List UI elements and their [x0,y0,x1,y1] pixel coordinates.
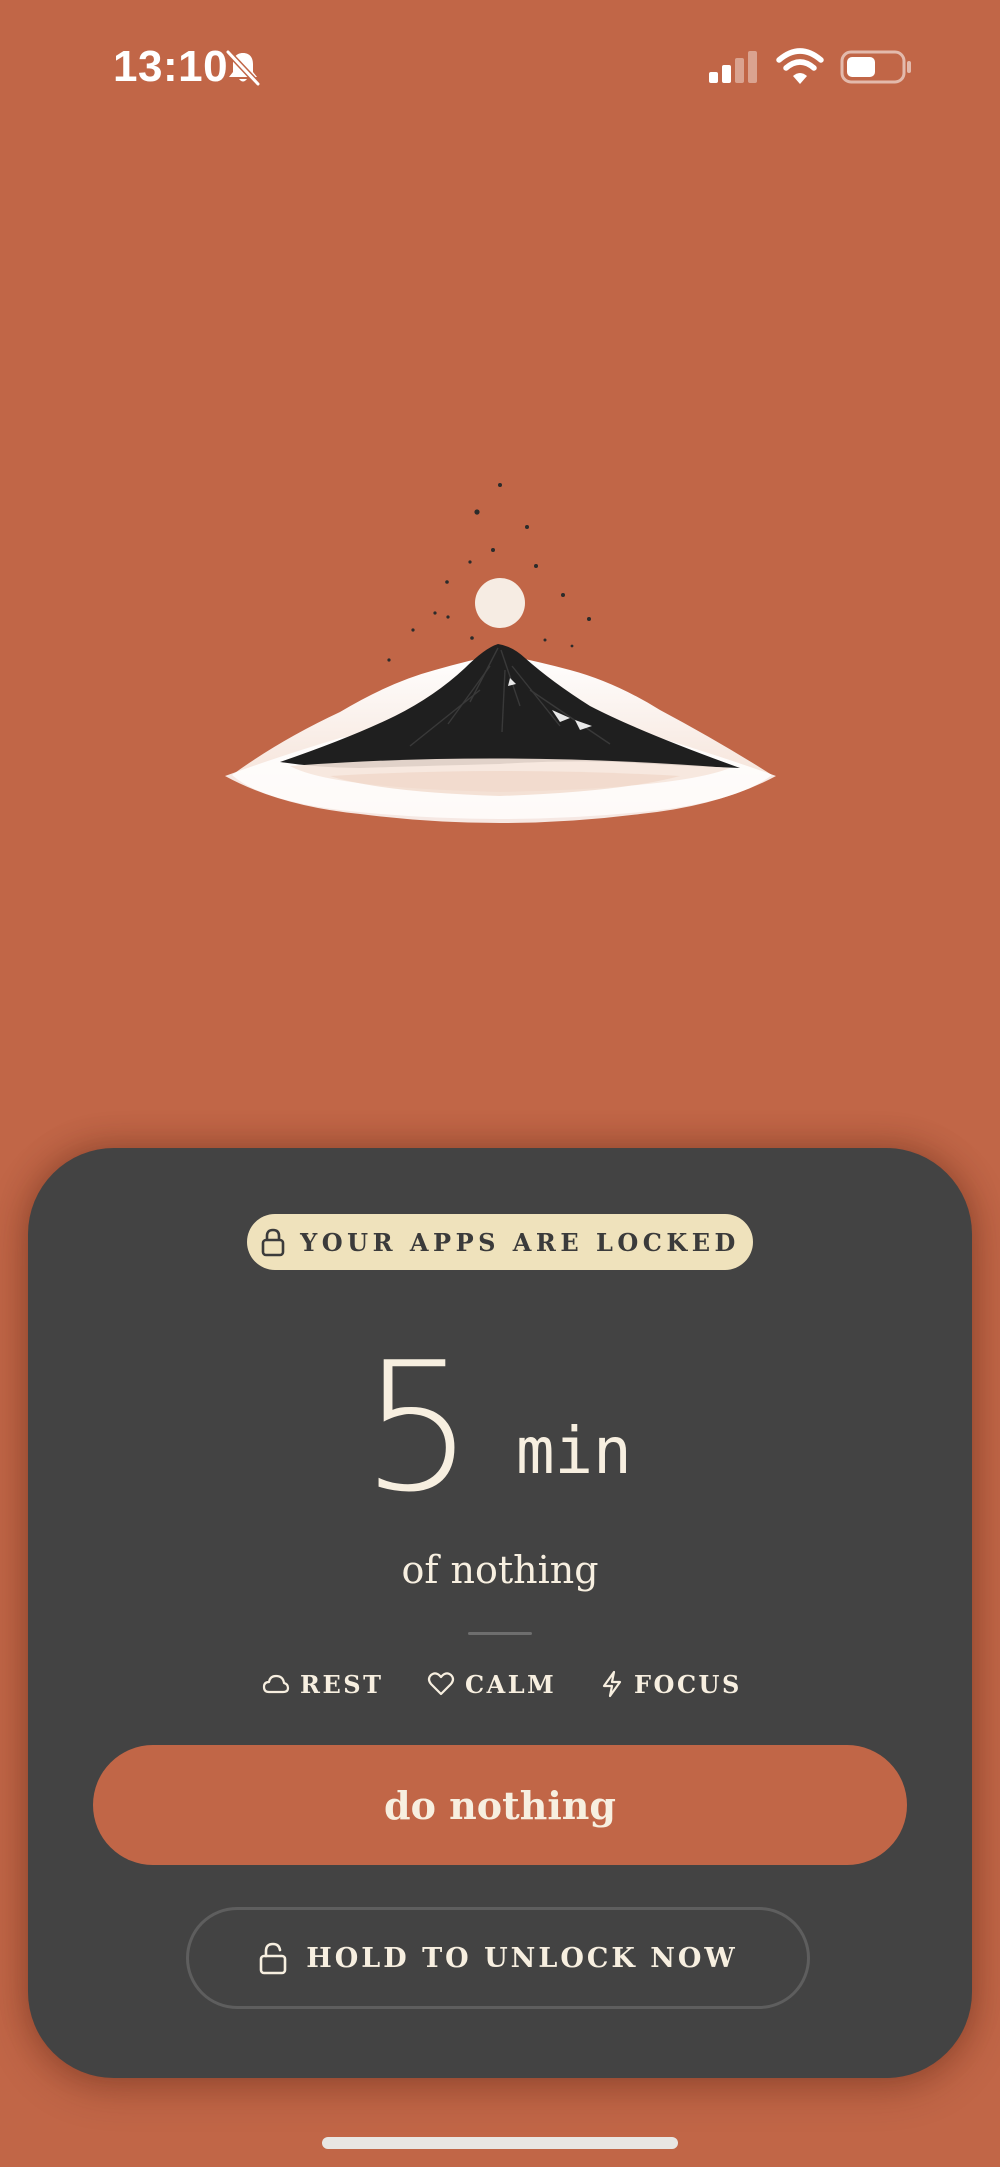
apps-locked-badge: YOUR APPS ARE LOCKED [247,1214,753,1270]
cloud-icon [262,1674,290,1694]
timer-value: 5 [361,1324,475,1531]
lock-icon [261,1228,285,1257]
tag-rest-label: REST [300,1669,384,1699]
mood-tags: REST CALM FOCUS [28,1664,972,1704]
tag-focus-label: FOCUS [634,1669,742,1699]
apps-locked-label: YOUR APPS ARE LOCKED [300,1227,740,1257]
hold-to-unlock-button[interactable]: HOLD TO UNLOCK NOW [186,1907,810,2009]
tag-rest: REST [262,1664,383,1704]
status-time: 13:10 [113,42,229,91]
status-bar: 13:10 [0,0,1000,140]
hold-to-unlock-label: HOLD TO UNLOCK NOW [306,1942,738,1974]
lock-card: YOUR APPS ARE LOCKED 5 min of nothing RE… [28,1148,972,2078]
wifi-icon [776,48,824,84]
unlock-icon [259,1942,287,1975]
tag-calm-label: CALM [465,1669,557,1699]
signal-icon [709,51,757,83]
do-nothing-button[interactable]: do nothing [93,1745,907,1865]
heart-icon [427,1672,455,1696]
divider [468,1632,532,1635]
bolt-icon [602,1670,622,1698]
bell-off-icon [225,49,261,87]
timer-unit: min [516,1415,632,1489]
tag-calm: CALM [427,1664,556,1704]
battery-icon [840,50,911,84]
mountain-with-moon-illustration [225,483,776,823]
tag-focus: FOCUS [600,1664,742,1704]
timer-display: 5 min [28,1338,972,1518]
home-indicator[interactable] [322,2137,678,2149]
timer-subtitle: of nothing [401,1548,599,1592]
